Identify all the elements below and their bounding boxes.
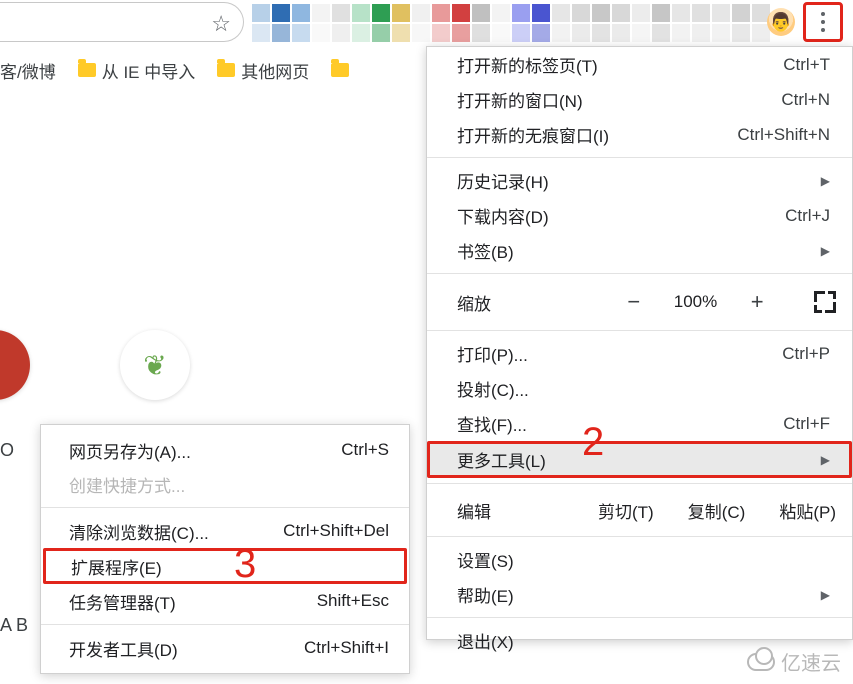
annotation-3: 3: [234, 542, 256, 587]
submenu-item-task-manager[interactable]: 任务管理器(T)Shift+Esc: [41, 584, 409, 618]
zoom-in-button[interactable]: +: [745, 289, 769, 315]
annotation-2: 2: [582, 420, 604, 465]
page-text: A B: [0, 615, 28, 636]
avatar-emoji: 👨: [770, 12, 792, 33]
bookmark-item[interactable]: [331, 63, 349, 77]
menu-item-incognito[interactable]: 打开新的无痕窗口(I)Ctrl+Shift+N: [427, 117, 852, 152]
menu-item-new-window[interactable]: 打开新的窗口(N)Ctrl+N: [427, 82, 852, 117]
zoom-value: 100%: [674, 292, 717, 312]
menu-item-downloads[interactable]: 下载内容(D)Ctrl+J: [427, 198, 852, 233]
submenu-item-devtools[interactable]: 开发者工具(D)Ctrl+Shift+I: [41, 631, 409, 665]
zoom-out-button[interactable]: −: [622, 289, 646, 315]
menu-item-edit: 编辑 剪切(T) 复制(C) 粘贴(P): [427, 489, 852, 531]
folder-icon: [78, 63, 96, 77]
watermark: 亿速云: [747, 647, 841, 676]
fullscreen-icon[interactable]: [814, 291, 836, 313]
shortcut-tile[interactable]: [0, 330, 30, 400]
extension-icons-strip: [252, 4, 770, 42]
star-icon[interactable]: ☆: [211, 11, 231, 37]
bookmark-item[interactable]: 其他网页: [217, 58, 309, 83]
page-text: O: [0, 440, 14, 461]
chevron-right-icon: ▶: [821, 244, 830, 258]
menu-item-help[interactable]: 帮助(E)▶: [427, 577, 852, 612]
edit-copy[interactable]: 复制(C): [688, 498, 746, 523]
chrome-menu-button[interactable]: [803, 2, 843, 42]
omnibox[interactable]: ☆: [0, 2, 244, 42]
chevron-right-icon: ▶: [821, 453, 830, 467]
menu-item-print[interactable]: 打印(P)...Ctrl+P: [427, 336, 852, 371]
bookmark-item[interactable]: 客/微博: [0, 58, 56, 83]
menu-item-more-tools[interactable]: 更多工具(L)▶: [427, 441, 852, 478]
menu-item-find[interactable]: 查找(F)...Ctrl+F: [427, 406, 852, 441]
submenu-item-create-shortcut: 创建快捷方式...: [41, 467, 409, 501]
menu-item-bookmarks[interactable]: 书签(B)▶: [427, 233, 852, 268]
folder-icon: [331, 63, 349, 77]
submenu-item-clear-data[interactable]: 清除浏览数据(C)...Ctrl+Shift+Del: [41, 514, 409, 548]
chrome-main-menu: 打开新的标签页(T)Ctrl+T 打开新的窗口(N)Ctrl+N 打开新的无痕窗…: [426, 46, 853, 640]
menu-item-history[interactable]: 历史记录(H)▶: [427, 163, 852, 198]
browser-toolbar: ☆ 👨: [0, 0, 853, 46]
chevron-right-icon: ▶: [821, 588, 830, 602]
folder-icon: [217, 63, 235, 77]
submenu-item-save-as[interactable]: 网页另存为(A)...Ctrl+S: [41, 433, 409, 467]
shortcut-tile[interactable]: ❦: [120, 330, 190, 400]
cloud-icon: [747, 653, 775, 671]
menu-item-cast[interactable]: 投射(C)...: [427, 371, 852, 406]
menu-item-zoom: 缩放 − 100% +: [427, 279, 852, 325]
kebab-icon: [821, 20, 825, 24]
edit-paste[interactable]: 粘贴(P): [779, 498, 836, 523]
more-tools-submenu: 网页另存为(A)...Ctrl+S 创建快捷方式... 清除浏览数据(C)...…: [40, 424, 410, 674]
menu-item-new-tab[interactable]: 打开新的标签页(T)Ctrl+T: [427, 47, 852, 82]
submenu-item-extensions[interactable]: 扩展程序(E): [43, 548, 407, 584]
menu-item-settings[interactable]: 设置(S): [427, 542, 852, 577]
edit-cut[interactable]: 剪切(T): [598, 498, 654, 523]
bookmark-item[interactable]: 从 IE 中导入: [78, 58, 196, 83]
profile-avatar[interactable]: 👨: [767, 8, 795, 36]
chevron-right-icon: ▶: [821, 174, 830, 188]
